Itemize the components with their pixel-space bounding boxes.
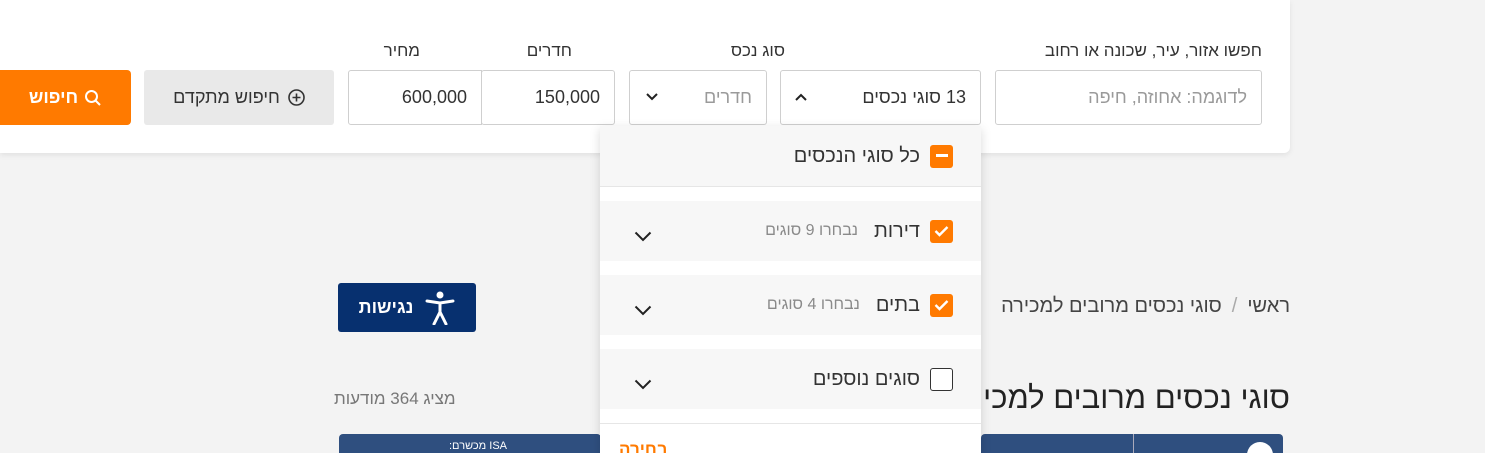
group-label: בתים [875, 293, 920, 316]
price-label: מחיר [383, 41, 420, 60]
accessibility-label: נגישות [358, 297, 414, 317]
property-type-select[interactable]: 13 סוגי נכסים [780, 70, 981, 125]
group-label: דירות [874, 219, 920, 242]
page-title: סוגי נכסים מרובים למכירה [980, 380, 1290, 415]
selection-link[interactable]: בחירה [619, 440, 668, 453]
checkbox-unchecked-icon[interactable] [930, 367, 953, 391]
card-caption: ISA מכשרם: [449, 440, 507, 452]
indeterminate-checkbox-icon[interactable] [930, 144, 953, 168]
listing-card[interactable]: ISA מכשרם: [339, 434, 601, 453]
card-divider [1133, 434, 1134, 453]
select-all-option[interactable]: כל סוגי הנכסים [600, 126, 981, 186]
plus-circle-icon [288, 89, 305, 106]
group-label: סוגים נוספים [812, 367, 920, 390]
divider [600, 423, 981, 424]
advanced-search-button[interactable]: חיפוש מתקדם [144, 70, 334, 125]
accessibility-icon [425, 291, 455, 325]
search-button[interactable]: חיפוש [0, 70, 131, 125]
group-option-apartments[interactable]: דירות נבחרו 9 סוגים [600, 201, 981, 261]
property-type-value: 13 סוגי נכסים [862, 87, 966, 107]
listing-card[interactable] [981, 434, 1283, 453]
select-all-label: כל סוגי הנכסים [793, 144, 920, 167]
breadcrumb-separator: / [1231, 295, 1238, 317]
location-label: חפשו אזור, עיר, שכונה או רחוב [1044, 41, 1262, 60]
chevron-up-icon [795, 92, 807, 102]
checkbox-checked-icon[interactable] [930, 293, 953, 317]
checkbox-checked-icon[interactable] [930, 219, 953, 243]
group-option-other[interactable]: סוגים נוספים [600, 349, 981, 409]
price-max-value: 600,000 [401, 87, 467, 107]
rooms-placeholder: חדרים [704, 87, 752, 107]
location-input[interactable]: לדוגמה: אחוזה, חיפה [995, 70, 1262, 125]
location-placeholder: לדוגמה: אחוזה, חיפה [1088, 87, 1247, 107]
favorite-icon[interactable] [1247, 442, 1273, 453]
group-option-houses[interactable]: בתים נבחרו 4 סוגים [600, 275, 981, 335]
divider [600, 186, 981, 187]
search-icon [84, 89, 102, 107]
chevron-down-icon[interactable] [634, 225, 652, 248]
price-max-input[interactable]: 600,000 [348, 70, 482, 125]
group-selected-count: נבחרו 4 סוגים [766, 296, 860, 313]
breadcrumb-home[interactable]: ראשי [1247, 295, 1290, 317]
chevron-down-icon[interactable] [634, 373, 652, 396]
search-button-label: חיפוש [28, 87, 79, 107]
property-type-dropdown: כל סוגי הנכסים דירות נבחרו 9 סוגים בתים … [600, 126, 981, 453]
chevron-down-icon[interactable] [634, 299, 652, 322]
breadcrumb: ראשי / סוגי נכסים מרובים למכירה [980, 295, 1290, 318]
accessibility-button[interactable]: נגישות [338, 283, 476, 332]
breadcrumb-current: סוגי נכסים מרובים למכירה [1001, 295, 1222, 317]
chevron-down-icon [646, 92, 658, 102]
rooms-label: חדרים [526, 41, 572, 60]
rooms-select[interactable]: חדרים [629, 70, 767, 125]
price-min-input[interactable]: 150,000 [481, 70, 615, 125]
advanced-search-label: חיפוש מתקדם [173, 87, 280, 107]
property-type-label: סוג נכס [730, 41, 785, 60]
group-selected-count: נבחרו 9 סוגים [765, 222, 859, 239]
results-count: מציג 364 מודעות [334, 389, 456, 408]
price-min-value: 150,000 [534, 87, 600, 107]
